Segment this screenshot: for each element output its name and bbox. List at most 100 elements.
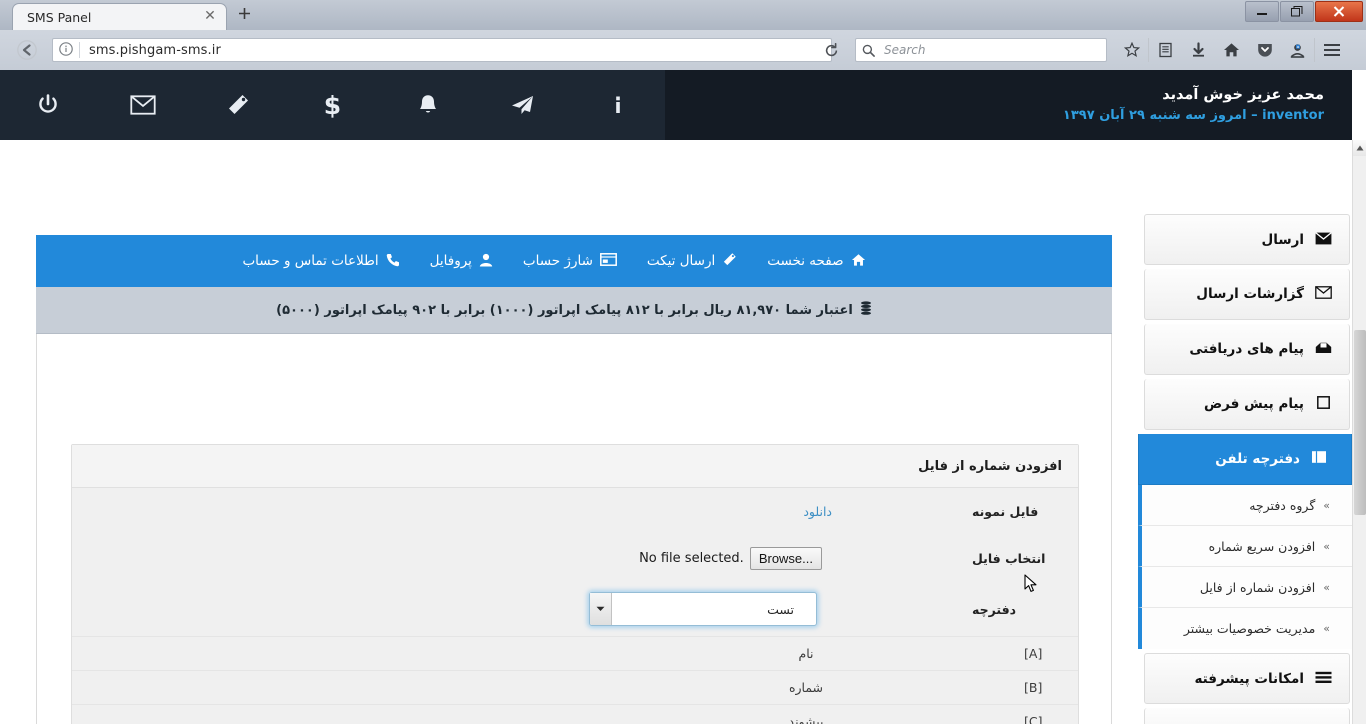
search-placeholder: Search: [884, 43, 926, 57]
sidebar-item-label: امکانات پیشرفته: [1194, 670, 1304, 687]
download-link[interactable]: دانلود: [803, 504, 832, 519]
page-scrollbar[interactable]: [1352, 140, 1366, 724]
close-icon: [1333, 6, 1345, 17]
nav-item-send-ticket[interactable]: ارسال تیکت: [647, 252, 737, 270]
envelope-filled-icon: [1313, 231, 1333, 249]
site-info-icon[interactable]: [53, 41, 79, 59]
ticket-icon[interactable]: [190, 70, 285, 140]
sidebar-item-received-messages[interactable]: پیام های دریافتی: [1144, 324, 1350, 375]
column-key: [B]: [1024, 680, 1043, 695]
column-value: شماره: [788, 680, 824, 695]
nav-item-charge-account[interactable]: شارژ حساب: [523, 253, 617, 269]
sidebar-subitem-quick-add-number[interactable]: » افزودن سریع شماره: [1138, 526, 1352, 567]
chevron-double-left-icon: »: [1323, 498, 1330, 512]
main-card: افزودن شماره از فایل فایل نمونه دانلود ا…: [36, 334, 1112, 724]
scroll-up-icon[interactable]: [1353, 140, 1366, 156]
back-button[interactable]: [12, 35, 42, 65]
sidebar-subitem-manage-more-attributes[interactable]: » مدیریت خصوصیات بیشتر: [1138, 608, 1352, 649]
table-row[interactable]: [B] شماره: [72, 670, 1078, 704]
search-icon: [856, 44, 880, 57]
reload-icon: [825, 42, 837, 56]
paper-plane-icon[interactable]: [475, 70, 570, 140]
account-icon[interactable]: a: [1281, 38, 1314, 62]
browse-button[interactable]: Browse...: [749, 547, 822, 570]
sidebar-item-default-message[interactable]: پیام پیش فرض: [1144, 379, 1350, 430]
user-icon: [479, 253, 493, 270]
note-icon: [1313, 395, 1333, 413]
chevron-double-left-icon: »: [1323, 622, 1330, 635]
reload-button[interactable]: [820, 40, 842, 60]
sidebar-item-send-reports[interactable]: گزارشات ارسال: [1144, 269, 1350, 320]
bookmark-star-icon[interactable]: [1115, 38, 1148, 62]
envelope-outline-icon: [1313, 285, 1333, 303]
nav-label: ارسال تیکت: [646, 253, 716, 269]
sidebar-subitem-add-number-from-file[interactable]: » افزودن شماره از فایل: [1138, 567, 1352, 608]
nav-item-profile[interactable]: پروفایل: [430, 253, 493, 270]
home-icon[interactable]: [1215, 38, 1248, 62]
stack-icon: [860, 301, 872, 319]
page-viewport: $ محمد عزیز خوش آمدید inventor – امروز س…: [0, 70, 1366, 724]
panel-body: فایل نمونه دانلود انتخاب فایل Browse... …: [72, 488, 1078, 724]
table-row[interactable]: [A] نام: [72, 636, 1078, 670]
nav-label: صفحه نخست: [767, 253, 844, 269]
envelope-icon[interactable]: [95, 70, 190, 140]
search-bar[interactable]: Search: [855, 38, 1107, 62]
bell-icon[interactable]: [380, 70, 475, 140]
sidebar-item-label: دفترچه تلفن: [1215, 451, 1300, 467]
sidebar-item-label: ارسال: [1261, 231, 1304, 248]
column-key: [A]: [1024, 646, 1043, 661]
library-icon[interactable]: [1149, 38, 1182, 62]
window-close-button[interactable]: [1315, 1, 1363, 22]
table-row[interactable]: [C] پیشوند: [72, 704, 1078, 724]
magnifier-icon: [862, 44, 875, 57]
panel-header: افزودن شماره از فایل: [72, 445, 1078, 488]
sidebar-item-smart-services[interactable]: خدمات هوشمند: [1144, 708, 1350, 724]
chevron-down-icon[interactable]: [590, 593, 612, 625]
panel-title: افزودن شماره از فایل: [918, 458, 1062, 474]
house-icon: [851, 253, 866, 270]
sidebar-item-phonebook[interactable]: دفترچه تلفن: [1138, 434, 1352, 485]
dollar-icon[interactable]: $: [285, 70, 380, 140]
downloads-icon[interactable]: [1182, 38, 1215, 62]
column-value: پیشوند: [788, 714, 824, 724]
tab-title: SMS Panel: [27, 9, 92, 25]
column-key: [C]: [1024, 714, 1043, 724]
sidebar-subitem-phonebook-group[interactable]: » گروه دفترچه: [1138, 485, 1352, 526]
close-icon[interactable]: ✕: [202, 9, 218, 25]
main-navigation: صفحه نخست ارسال تیکت شارژ حساب پروفایل ا…: [36, 235, 1112, 287]
browser-navbar: sms.pishgam-sms.ir Search a: [0, 30, 1366, 70]
browser-tab[interactable]: SMS Panel ✕: [12, 3, 227, 30]
scrollbar-thumb[interactable]: [1354, 330, 1366, 515]
minimize-icon: [1257, 12, 1267, 15]
inbox-icon: [1313, 340, 1333, 358]
book-icon: [1309, 450, 1329, 468]
phonebook-select[interactable]: تست: [589, 592, 817, 626]
phonebook-row: دفترچه تست: [72, 582, 1078, 636]
welcome-date: inventor – امروز سه شنبه ۲۹ آبان ۱۳۹۷: [1062, 108, 1324, 123]
no-file-text: No file selected.: [639, 551, 744, 566]
power-icon[interactable]: [0, 70, 95, 140]
sidebar-item-send[interactable]: ارسال: [1144, 214, 1350, 265]
sidebar-subitem-label: مدیریت خصوصیات بیشتر: [1183, 621, 1316, 636]
new-tab-button[interactable]: [232, 5, 256, 27]
window-minimize-button[interactable]: [1245, 1, 1279, 22]
header-icon-bar: $: [0, 70, 665, 140]
phonebook-selected-value: تست: [767, 601, 794, 617]
sidebar-item-advanced-features[interactable]: امکانات پیشرفته: [1144, 653, 1350, 704]
nav-item-contact-info[interactable]: اطلاعات تماس و حساب: [242, 253, 399, 270]
hamburger-menu-icon[interactable]: [1315, 38, 1348, 62]
info-icon[interactable]: [570, 70, 665, 140]
list-lines-icon: [1313, 670, 1333, 688]
address-bar[interactable]: sms.pishgam-sms.ir: [52, 38, 832, 62]
nav-item-home[interactable]: صفحه نخست: [767, 253, 865, 270]
app-header: $ محمد عزیز خوش آمدید inventor – امروز س…: [0, 70, 1352, 140]
chevron-double-left-icon: »: [1323, 580, 1330, 594]
pocket-icon[interactable]: [1248, 38, 1281, 62]
browser-titlebar: SMS Panel ✕: [0, 0, 1366, 30]
window-maximize-button[interactable]: [1280, 1, 1314, 22]
nav-label: اطلاعات تماس و حساب: [242, 253, 379, 269]
file-input[interactable]: Browse... No file selected.: [639, 547, 822, 570]
content-area: افزودن شماره از فایل فایل نمونه دانلود ا…: [0, 140, 1352, 724]
welcome-greeting: محمد عزیز خوش آمدید: [1162, 87, 1324, 103]
phonebook-label: دفترچه: [972, 601, 1017, 617]
